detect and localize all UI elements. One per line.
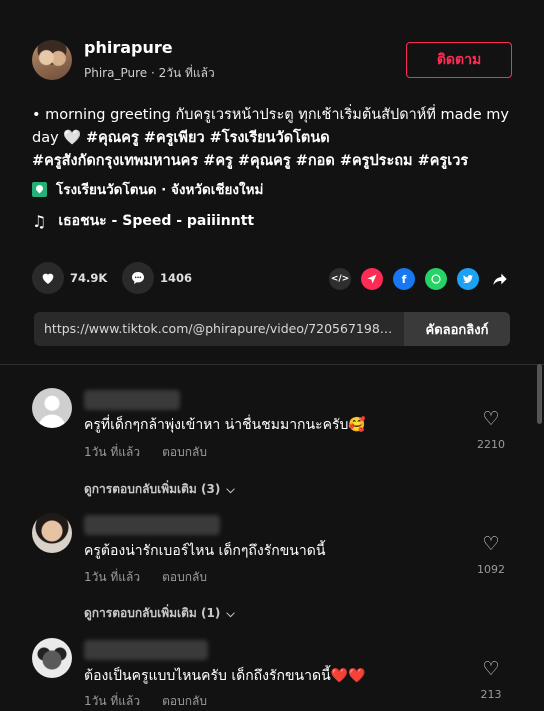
comment-meta: 1วัน ที่แล้ว ตอบกลับ <box>84 692 207 711</box>
send-icon[interactable] <box>361 268 383 290</box>
view-more-replies-label: ดูการตอบกลับเพิ่มเติม (3) <box>84 482 221 496</box>
chevron-down-icon: ⌵ <box>226 483 235 496</box>
view-more-replies[interactable]: ดูการตอบกลับเพิ่มเติม (1) ⌵ <box>84 604 235 623</box>
copy-link-button[interactable]: คัดลอกลิงก์ <box>404 312 510 346</box>
comment-username-redacted <box>84 390 180 410</box>
comment-text: ครูที่เด็กๆกล้าพุ่งเข้าหา น่าชื่นชมมากนะ… <box>84 417 366 433</box>
comment-avatar[interactable] <box>32 388 72 428</box>
author-avatar[interactable] <box>32 40 72 80</box>
comment-count: 1406 <box>160 271 193 285</box>
comment-meta: 1วัน ที่แล้ว ตอบกลับ <box>84 568 207 587</box>
comment-action[interactable]: 1406 <box>122 262 192 294</box>
share-link-bar: https://www.tiktok.com/@phirapure/video/… <box>34 312 510 346</box>
view-more-replies[interactable]: ดูการตอบกลับเพิ่มเติม (3) ⌵ <box>84 480 235 499</box>
music-note-icon: ♫ <box>32 211 47 231</box>
reply-button[interactable]: ตอบกลับ <box>162 694 207 708</box>
location-label: โรงเรียนวัดโตนด · จังหวัดเชียงใหม่ <box>56 182 264 198</box>
comment-like-icon[interactable]: ♡ <box>478 533 504 555</box>
comment-meta: 1วัน ที่แล้ว ตอบกลับ <box>84 443 207 462</box>
video-link[interactable]: https://www.tiktok.com/@phirapure/video/… <box>34 312 404 346</box>
heart-icon[interactable] <box>32 262 64 294</box>
hashtags-line-2[interactable]: #ครูสังกัดกรุงเทพมหานคร #ครู #คุณครู #กอ… <box>32 153 468 169</box>
whatsapp-icon[interactable] <box>425 268 447 290</box>
comment-text: ต้องเป็นครูแบบไหนครับ เด็กถึงรักขนาดนี้❤… <box>84 668 366 684</box>
location-tag[interactable]: โรงเรียนวัดโตนด · จังหวัดเชียงใหม่ <box>32 178 263 200</box>
section-divider <box>0 364 544 365</box>
author-handle[interactable]: Phira_Pure <box>84 66 147 80</box>
author-username[interactable]: phirapure <box>84 38 173 57</box>
facebook-icon[interactable]: f <box>393 268 415 290</box>
comment-time: 1วัน ที่แล้ว <box>84 570 141 584</box>
comment-time: 1วัน ที่แล้ว <box>84 445 141 459</box>
comment-username-redacted <box>84 640 208 660</box>
comment-username-redacted <box>84 515 220 535</box>
post-caption: • morning greeting กับครูเวรหน้าประตู ทุ… <box>32 104 516 173</box>
author-meta: Phira_Pure · 2วัน ที่แล้ว <box>84 64 215 83</box>
comment-avatar[interactable] <box>32 513 72 553</box>
share-arrow-icon[interactable] <box>489 268 511 290</box>
comment-like-count: 2210 <box>477 438 505 451</box>
comment-time: 1วัน ที่แล้ว <box>84 694 141 708</box>
location-pin-icon <box>32 181 47 197</box>
reply-button[interactable]: ตอบกลับ <box>162 445 207 459</box>
follow-button[interactable]: ติดตาม <box>406 42 512 78</box>
reply-button[interactable]: ตอบกลับ <box>162 570 207 584</box>
comment-like-count: 213 <box>480 688 502 701</box>
view-more-replies-label: ดูการตอบกลับเพิ่มเติม (1) <box>84 606 221 620</box>
comment-text: ครูต้องน่ารักเบอร์ไหน เด็กๆถึงรักขนาดนี้ <box>84 543 326 559</box>
like-count: 74.9K <box>70 271 108 285</box>
comment-icon[interactable] <box>122 262 154 294</box>
scrollbar[interactable] <box>537 364 542 424</box>
chevron-down-icon: ⌵ <box>226 607 235 620</box>
like-action[interactable]: 74.9K <box>32 262 107 294</box>
comment-like-count: 1092 <box>477 563 505 576</box>
comment-avatar[interactable] <box>32 638 72 678</box>
twitter-icon[interactable] <box>457 268 479 290</box>
music-label: เธอชนะ - Speed - paiiinntt <box>58 213 255 229</box>
comment-like-icon[interactable]: ♡ <box>478 658 504 680</box>
meta-separator: · <box>147 66 159 80</box>
post-time: 2วัน ที่แล้ว <box>158 66 215 80</box>
hashtags-line-1[interactable]: #คุณครู #ครูเพียว #โรงเรียนวัดโตนด <box>86 130 330 146</box>
music-track[interactable]: ♫ เธอชนะ - Speed - paiiinntt <box>32 210 254 232</box>
embed-icon[interactable]: </> <box>329 268 351 290</box>
comment-like-icon[interactable]: ♡ <box>478 408 504 430</box>
